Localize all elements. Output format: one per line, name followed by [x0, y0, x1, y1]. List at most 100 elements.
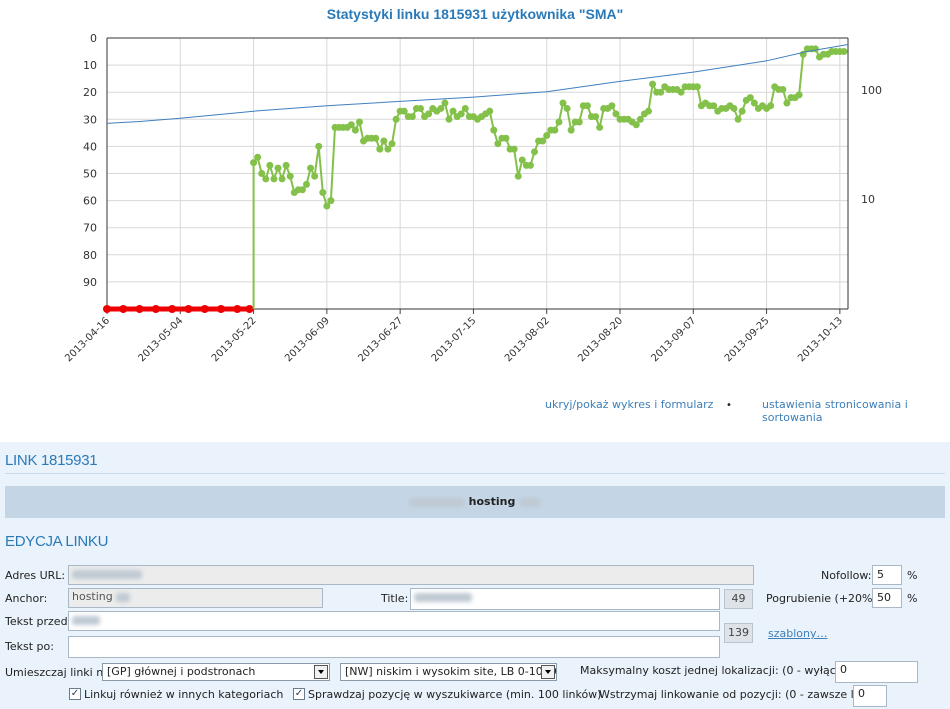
max-cost-label: Maksymalny koszt jednej lokalizacji: (0 …	[580, 664, 867, 677]
url-field[interactable]	[68, 565, 754, 585]
position-point	[596, 123, 604, 131]
stop-position-input[interactable]: 0	[853, 685, 887, 707]
anchor-field[interactable]: hosting	[68, 588, 323, 608]
position-point	[319, 188, 327, 196]
nofollow-input[interactable]: 5	[872, 565, 902, 585]
position-point	[461, 104, 469, 112]
site-select[interactable]: [NW] niskim i wysokim site, LB 0-100000	[340, 663, 557, 681]
position-point	[649, 80, 657, 88]
position-point	[510, 145, 518, 153]
position-point	[795, 91, 803, 99]
x-tick-label: 2013-09-25	[723, 315, 772, 364]
redacted-text	[414, 592, 472, 602]
position-point	[307, 164, 315, 172]
position-point	[486, 107, 494, 115]
text-after-field[interactable]	[68, 636, 720, 658]
chart-area: Statystyki linku 1815931 użytkownika "SM…	[0, 0, 950, 390]
position-point	[575, 118, 583, 126]
position-point	[563, 104, 571, 112]
y-tick-label: 50	[83, 168, 97, 181]
text-before-label: Tekst przed:	[5, 615, 72, 628]
no-position-point	[103, 305, 111, 313]
max-cost-input[interactable]: 0	[835, 661, 918, 683]
anchor-label: Anchor:	[5, 592, 48, 605]
check-position-label: Sprawdzaj pozycję w wyszukiwarce (min. 1…	[308, 688, 602, 701]
position-point	[270, 175, 278, 183]
title-label: Title:	[381, 592, 409, 605]
chevron-down-icon[interactable]	[541, 665, 555, 679]
position-point	[372, 134, 380, 142]
position-point	[303, 180, 310, 188]
position-point	[274, 164, 282, 172]
templates-link[interactable]: szablony…	[768, 627, 828, 640]
pagination-settings-link[interactable]: ustawienia stronicowania i sortowania	[762, 398, 950, 424]
y-tick-label: 40	[83, 140, 97, 153]
nofollow-label: Nofollow:	[821, 569, 872, 582]
anchor-value: hosting	[72, 590, 113, 603]
anchor-keyword: hosting	[468, 495, 516, 508]
position-point	[767, 102, 775, 110]
x-tick-label: 2013-08-02	[503, 315, 552, 364]
right-axis-label: 10	[861, 193, 875, 206]
no-position-point	[217, 305, 225, 313]
x-tick-label: 2013-06-27	[356, 315, 405, 364]
bold-input[interactable]: 50	[872, 588, 902, 608]
position-point	[567, 126, 575, 134]
position-point	[282, 161, 290, 169]
text-before-field[interactable]	[68, 611, 720, 631]
x-tick-label: 2013-10-13	[796, 315, 845, 364]
position-point	[490, 126, 498, 134]
no-position-point	[245, 305, 254, 313]
position-point	[840, 48, 848, 56]
x-tick-label: 2013-05-22	[210, 315, 259, 364]
toggle-chart-link[interactable]: ukryj/pokaż wykres i formularz	[545, 398, 713, 411]
stop-position-label: Wstrzymaj linkowanie od pozycji: (0 - za…	[599, 688, 888, 701]
place-select[interactable]: [GP] głównej i podstronach	[102, 663, 330, 681]
position-point	[315, 142, 323, 150]
position-point	[351, 126, 359, 134]
url-label: Adres URL:	[5, 569, 66, 582]
position-point	[811, 45, 819, 53]
y-tick-label: 70	[83, 222, 97, 235]
chart-links: ukryj/pokaż wykres i formularz • ustawie…	[0, 398, 950, 424]
bold-label: Pogrubienie (+20%):	[766, 592, 881, 605]
no-position-point	[233, 305, 242, 313]
no-position-point	[168, 305, 177, 313]
position-point	[502, 134, 510, 142]
check-position-checkbox[interactable]: ✓	[293, 688, 305, 700]
position-point	[380, 137, 388, 145]
nofollow-percent: %	[907, 569, 918, 582]
x-tick-label: 2013-06-09	[283, 315, 332, 364]
position-point	[730, 104, 738, 112]
title-field[interactable]	[410, 588, 720, 610]
chevron-down-icon[interactable]	[314, 665, 328, 679]
link-separator: •	[726, 400, 732, 411]
y-tick-label: 80	[83, 249, 97, 262]
position-point	[254, 153, 262, 161]
position-point	[551, 126, 559, 134]
right-axis-label: 100	[861, 84, 882, 97]
x-tick-label: 2013-05-04	[137, 315, 186, 364]
position-point	[408, 113, 416, 121]
position-point	[734, 115, 742, 123]
position-point	[583, 102, 591, 110]
redacted-text	[72, 615, 100, 625]
position-point	[441, 99, 449, 107]
text-after-label: Tekst po:	[5, 640, 54, 653]
divider	[5, 473, 945, 474]
position-point	[327, 197, 335, 205]
position-point	[311, 172, 319, 180]
position-point	[417, 104, 424, 112]
position-point	[608, 102, 616, 110]
x-tick-label: 2013-07-15	[430, 315, 479, 364]
other-categories-checkbox[interactable]: ✓	[69, 688, 81, 700]
x-tick-label: 2013-08-20	[576, 315, 625, 364]
position-point	[693, 83, 701, 91]
redacted-text	[408, 497, 465, 507]
title-char-counter: 49	[724, 589, 753, 609]
link-anchor-bar: hosting	[5, 486, 945, 518]
position-point	[514, 172, 522, 180]
y-tick-label: 60	[83, 195, 97, 208]
position-point	[531, 148, 538, 156]
no-position-point	[184, 305, 193, 313]
